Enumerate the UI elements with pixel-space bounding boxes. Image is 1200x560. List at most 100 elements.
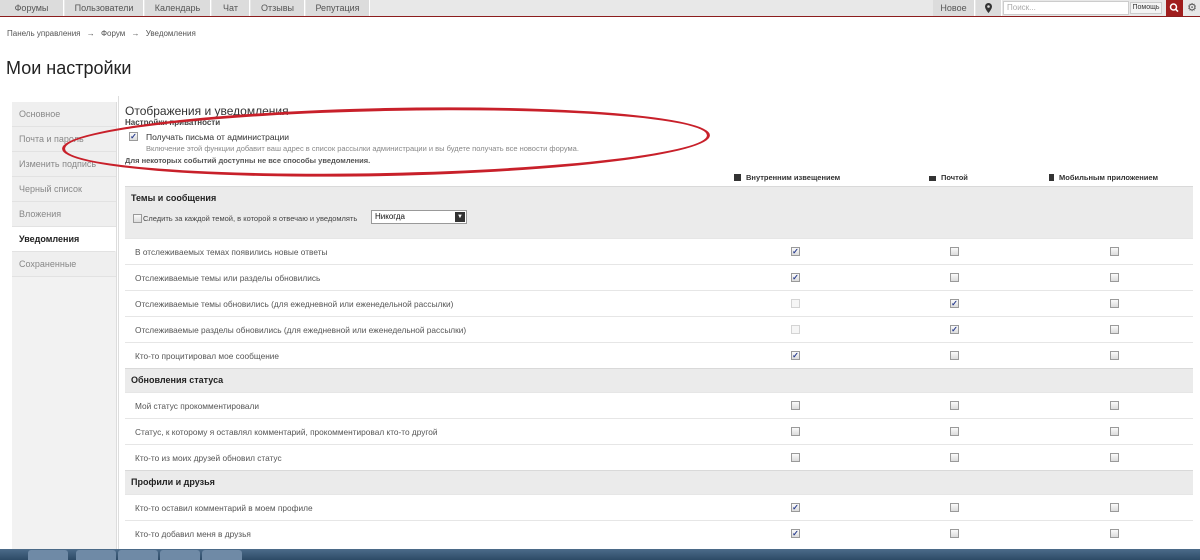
column-header-internal: Внутренним извещением xyxy=(734,173,840,182)
sidebar-item-saved[interactable]: Сохраненные xyxy=(12,252,116,277)
notification-row: Отслеживаемые темы или разделы обновилис… xyxy=(125,264,1193,290)
notification-row-label: Отслеживаемые темы обновились (для ежедн… xyxy=(135,299,454,309)
notify-internal-checkbox[interactable]: ✓ xyxy=(791,247,800,256)
notify-email-checkbox[interactable] xyxy=(950,351,959,360)
mobile-phone-icon xyxy=(1049,174,1054,181)
group-header: Профили и друзья xyxy=(125,470,1193,494)
notification-row: Кто-то оставил комментарий в моем профил… xyxy=(125,494,1193,520)
notify-mobile-checkbox[interactable] xyxy=(1110,299,1119,308)
group-header: Темы и сообщения Следить за каждой темой… xyxy=(125,186,1193,238)
notify-email-checkbox[interactable] xyxy=(950,401,959,410)
notify-mobile-checkbox[interactable] xyxy=(1110,401,1119,410)
top-navigation: Форумы Пользователи Календарь Чат Отзывы… xyxy=(0,0,1200,17)
breadcrumb-item[interactable]: Уведомления xyxy=(146,29,196,38)
notification-row: Кто-то процитировал мое сообщение ✓ xyxy=(125,342,1193,368)
notify-mobile-checkbox[interactable] xyxy=(1110,529,1119,538)
search-input[interactable]: Поиск... xyxy=(1003,1,1129,15)
sidebar-item-attachments[interactable]: Вложения xyxy=(12,202,116,227)
sidebar-item-email-password[interactable]: Почта и пароль xyxy=(12,127,116,152)
notify-mobile-checkbox[interactable] xyxy=(1110,351,1119,360)
notify-internal-checkbox[interactable] xyxy=(791,453,800,462)
admin-emails-checkbox[interactable]: ✓ xyxy=(129,132,138,141)
notification-row-label: Статус, к которому я оставлял комментари… xyxy=(135,427,438,437)
notify-mobile-checkbox[interactable] xyxy=(1110,503,1119,512)
notification-row: Отслеживаемые разделы обновились (для еж… xyxy=(125,316,1193,342)
search-button[interactable] xyxy=(1166,0,1183,16)
taskbar-button[interactable] xyxy=(160,550,200,560)
nav-tab-users[interactable]: Пользователи xyxy=(65,0,144,16)
notification-row: Мой статус прокомментировали xyxy=(125,392,1193,418)
taskbar-button[interactable] xyxy=(202,550,242,560)
notify-mobile-checkbox[interactable] xyxy=(1110,427,1119,436)
breadcrumb-separator: → xyxy=(131,29,140,38)
notification-row-label: Кто-то из моих друзей обновил статус xyxy=(135,453,282,463)
nav-tab-forums[interactable]: Форумы xyxy=(0,0,64,16)
notifications-panel: Отображения и уведомления Настройки прив… xyxy=(118,96,1196,556)
notify-internal-checkbox xyxy=(791,299,800,308)
notification-table: Темы и сообщения Следить за каждой темой… xyxy=(125,186,1193,546)
admin-emails-description: Включение этой функции добавит ваш адрес… xyxy=(146,144,579,153)
column-header-label: Мобильным приложением xyxy=(1059,173,1159,182)
follow-topics-checkbox[interactable] xyxy=(133,214,142,223)
notify-internal-checkbox[interactable]: ✓ xyxy=(791,529,800,538)
notify-internal-checkbox xyxy=(791,325,800,334)
help-button[interactable]: Помощь xyxy=(1130,2,1162,14)
breadcrumb: Панель управления → Форум → Уведомления xyxy=(7,29,196,38)
notify-email-checkbox[interactable] xyxy=(950,529,959,538)
sidebar-item-general[interactable]: Основное xyxy=(12,102,116,127)
admin-emails-label: Получать письма от администрации xyxy=(146,132,289,142)
nav-tab-calendar[interactable]: Календарь xyxy=(145,0,211,16)
notify-email-checkbox[interactable] xyxy=(950,503,959,512)
notification-row: Кто-то из моих друзей обновил статус xyxy=(125,444,1193,470)
notify-email-checkbox[interactable]: ✓ xyxy=(950,325,959,334)
nav-tab-reviews[interactable]: Отзывы xyxy=(251,0,305,16)
group-title: Профили и друзья xyxy=(131,477,215,487)
notify-email-checkbox[interactable]: ✓ xyxy=(950,299,959,308)
search-icon xyxy=(1169,3,1179,13)
notification-row-label: Отслеживаемые разделы обновились (для еж… xyxy=(135,325,467,335)
notify-internal-checkbox[interactable]: ✓ xyxy=(791,503,800,512)
location-pin-icon[interactable] xyxy=(976,0,1002,16)
notify-email-checkbox[interactable] xyxy=(950,273,959,282)
notify-email-checkbox[interactable] xyxy=(950,247,959,256)
notify-email-checkbox[interactable] xyxy=(950,427,959,436)
notification-row: Статус, к которому я оставлял комментари… xyxy=(125,418,1193,444)
page-title: Мои настройки xyxy=(6,58,132,78)
notification-row: Отслеживаемые темы обновились (для ежедн… xyxy=(125,290,1193,316)
follow-topics-label: Следить за каждой темой, в которой я отв… xyxy=(143,214,358,223)
notify-mobile-checkbox[interactable] xyxy=(1110,273,1119,282)
notify-internal-checkbox[interactable] xyxy=(791,427,800,436)
column-header-mobile: Мобильным приложением xyxy=(1049,173,1158,182)
notify-mobile-checkbox[interactable] xyxy=(1110,247,1119,256)
gear-icon[interactable]: ⚙ xyxy=(1184,0,1200,16)
user-icon xyxy=(734,174,741,181)
notify-email-checkbox[interactable] xyxy=(950,453,959,462)
column-header-label: Внутренним извещением xyxy=(746,173,841,182)
taskbar-button[interactable] xyxy=(118,550,158,560)
notify-mobile-checkbox[interactable] xyxy=(1110,325,1119,334)
settings-sidebar: Основное Почта и пароль Изменить подпись… xyxy=(12,102,117,550)
nav-tab-reputation[interactable]: Репутация xyxy=(306,0,370,16)
notification-row-label: Отслеживаемые темы или разделы обновилис… xyxy=(135,273,321,283)
chevron-down-icon: ▼ xyxy=(455,212,465,222)
taskbar-button[interactable] xyxy=(76,550,116,560)
notification-row-label: Кто-то добавил меня в друзья xyxy=(135,529,251,539)
column-header-label: Почтой xyxy=(941,173,968,182)
sidebar-item-blacklist[interactable]: Черный список xyxy=(12,177,116,202)
group-header: Обновления статуса xyxy=(125,368,1193,392)
group-title: Темы и сообщения xyxy=(131,193,217,203)
sidebar-item-signature[interactable]: Изменить подпись xyxy=(12,152,116,177)
breadcrumb-item[interactable]: Форум xyxy=(101,29,125,38)
taskbar-button[interactable] xyxy=(28,550,68,560)
follow-frequency-select[interactable]: Никогда ▼ xyxy=(371,210,467,224)
notification-note: Для некоторых событий доступны не все сп… xyxy=(125,156,371,165)
new-content-link[interactable]: Новое xyxy=(933,0,975,16)
nav-tab-chat[interactable]: Чат xyxy=(212,0,250,16)
breadcrumb-item[interactable]: Панель управления xyxy=(7,29,81,38)
notify-internal-checkbox[interactable] xyxy=(791,401,800,410)
notify-mobile-checkbox[interactable] xyxy=(1110,453,1119,462)
notify-internal-checkbox[interactable]: ✓ xyxy=(791,351,800,360)
notify-internal-checkbox[interactable]: ✓ xyxy=(791,273,800,282)
notification-row-label: В отслеживаемых темах появились новые от… xyxy=(135,247,328,257)
sidebar-item-notifications[interactable]: Уведомления xyxy=(12,227,116,252)
